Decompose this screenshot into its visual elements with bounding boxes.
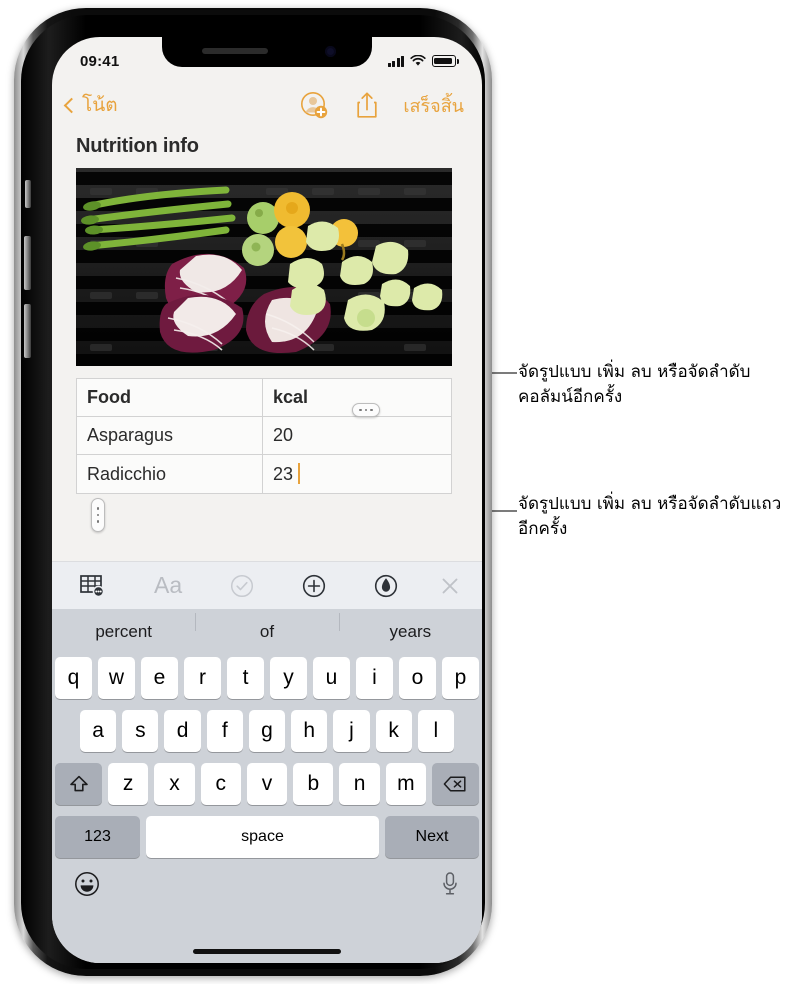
key-k[interactable]: k bbox=[375, 710, 412, 752]
cell-kcal-asparagus[interactable]: 20 bbox=[262, 416, 452, 455]
table-row[interactable]: Asparagus 20 bbox=[76, 416, 452, 455]
prediction-2[interactable]: years bbox=[338, 613, 482, 642]
predictive-text-bar: percent of years bbox=[52, 609, 482, 655]
key-a[interactable]: a bbox=[80, 710, 117, 752]
key-n[interactable]: n bbox=[339, 763, 380, 805]
key-j[interactable]: j bbox=[333, 710, 370, 752]
photo-graphic bbox=[76, 168, 452, 366]
keyboard-row-3: z x c v b n m bbox=[52, 752, 482, 805]
key-x[interactable]: x bbox=[154, 763, 195, 805]
key-y[interactable]: y bbox=[270, 657, 307, 699]
column-callout: จัดรูปแบบ เพิ่ม ลบ หรือจัดลำดับคอลัมน์อี… bbox=[518, 362, 751, 407]
keyboard-bottom-row bbox=[52, 858, 482, 902]
grilled-vegetables-photo[interactable] bbox=[76, 168, 452, 366]
key-g[interactable]: g bbox=[248, 710, 286, 752]
plus-circle-icon[interactable] bbox=[302, 574, 326, 598]
keyboard: percent of years q w e r t y u i o p a s… bbox=[52, 609, 482, 963]
return-key[interactable]: Next bbox=[385, 816, 479, 858]
share-icon[interactable] bbox=[355, 91, 379, 119]
iphone-frame: 09:41 โน้ต เสร็จสิ้น Nutrition info Food… bbox=[14, 8, 492, 976]
notch bbox=[162, 37, 372, 67]
status-time: 09:41 bbox=[80, 52, 120, 70]
home-indicator[interactable] bbox=[193, 949, 341, 954]
key-c[interactable]: c bbox=[200, 763, 241, 805]
nav-actions bbox=[300, 91, 379, 119]
key-p[interactable]: p bbox=[442, 657, 479, 699]
table-header-row: Food kcal bbox=[76, 378, 452, 417]
keyboard-row-4: 123 space Next bbox=[52, 805, 482, 858]
cell-food-asparagus[interactable]: Asparagus bbox=[76, 416, 263, 455]
table-icon[interactable] bbox=[80, 574, 106, 598]
volume-down-button[interactable] bbox=[24, 304, 31, 358]
Aa-icon[interactable]: Aa bbox=[154, 572, 182, 599]
key-r[interactable]: r bbox=[184, 657, 221, 699]
key-z[interactable]: z bbox=[108, 763, 149, 805]
key-l[interactable]: l bbox=[417, 710, 454, 752]
key-s[interactable]: s bbox=[122, 710, 159, 752]
screenshot-root: 09:41 โน้ต เสร็จสิ้น Nutrition info Food… bbox=[0, 0, 795, 984]
volume-up-button[interactable] bbox=[24, 236, 31, 290]
space-key[interactable]: space bbox=[146, 816, 379, 858]
prediction-0[interactable]: percent bbox=[52, 622, 195, 642]
front-camera bbox=[325, 46, 336, 57]
note-content: Nutrition info Food kcal Asparagus 20 Ra… bbox=[52, 129, 482, 494]
prediction-1[interactable]: of bbox=[195, 613, 338, 642]
key-q[interactable]: q bbox=[55, 657, 92, 699]
table-row[interactable]: Radicchio 23 bbox=[76, 454, 452, 494]
microphone-icon[interactable] bbox=[440, 871, 460, 902]
note-title[interactable]: Nutrition info bbox=[52, 129, 482, 168]
signal-bars-icon bbox=[387, 55, 404, 67]
key-h[interactable]: h bbox=[291, 710, 328, 752]
silent-switch[interactable] bbox=[25, 180, 31, 208]
checkmark-circle-icon[interactable] bbox=[230, 574, 254, 598]
chevron-left-icon bbox=[63, 97, 80, 113]
status-indicators bbox=[387, 55, 459, 67]
emoji-smiley-icon[interactable] bbox=[74, 871, 100, 902]
key-d[interactable]: d bbox=[164, 710, 201, 752]
add-person-icon[interactable] bbox=[300, 91, 328, 119]
shift-arrow-icon[interactable] bbox=[55, 763, 103, 805]
key-t[interactable]: t bbox=[227, 657, 264, 699]
cell-kcal-radicchio[interactable]: 23 bbox=[262, 454, 452, 494]
text-caret bbox=[298, 463, 301, 484]
key-u[interactable]: u bbox=[313, 657, 350, 699]
key-f[interactable]: f bbox=[206, 710, 243, 752]
back-to-notes-button[interactable]: โน้ต bbox=[63, 90, 118, 120]
key-v[interactable]: v bbox=[246, 763, 288, 805]
key-i[interactable]: i bbox=[356, 657, 393, 699]
column-handle-dots-icon[interactable] bbox=[352, 403, 380, 417]
nutrition-table[interactable]: Food kcal Asparagus 20 Radicchio 23 bbox=[76, 378, 452, 494]
key-b[interactable]: b bbox=[293, 763, 334, 805]
key-m[interactable]: m bbox=[385, 763, 426, 805]
column-header-food[interactable]: Food bbox=[76, 378, 263, 417]
key-e[interactable]: e bbox=[141, 657, 178, 699]
format-toolbar: Aa bbox=[52, 561, 482, 609]
phone-screen: 09:41 โน้ต เสร็จสิ้น Nutrition info Food… bbox=[52, 37, 482, 963]
done-button[interactable]: เสร็จสิ้น bbox=[403, 91, 464, 120]
navigation-bar: โน้ต เสร็จสิ้น bbox=[52, 81, 482, 129]
earpiece-speaker bbox=[202, 48, 268, 54]
back-label: โน้ต bbox=[82, 95, 118, 116]
key-o[interactable]: o bbox=[399, 657, 436, 699]
keyboard-row-2: a s d f g h j k l bbox=[52, 699, 482, 752]
keyboard-row-1: q w e r t y u i o p bbox=[52, 655, 482, 699]
key-w[interactable]: w bbox=[98, 657, 135, 699]
battery-full-icon bbox=[432, 55, 459, 67]
cell-food-radicchio[interactable]: Radicchio bbox=[76, 454, 263, 494]
row-callout: จัดรูปแบบ เพิ่ม ลบ หรือจัดลำดับแถวอีกครั… bbox=[518, 494, 782, 539]
wifi-icon bbox=[410, 55, 426, 66]
backspace-icon[interactable] bbox=[431, 763, 479, 805]
row-handle-dots-icon[interactable] bbox=[91, 498, 105, 532]
numbers-key[interactable]: 123 bbox=[55, 816, 140, 858]
cell-value: 23 bbox=[273, 464, 294, 484]
pen-circle-icon[interactable] bbox=[374, 574, 398, 598]
close-x-icon[interactable] bbox=[438, 574, 462, 598]
